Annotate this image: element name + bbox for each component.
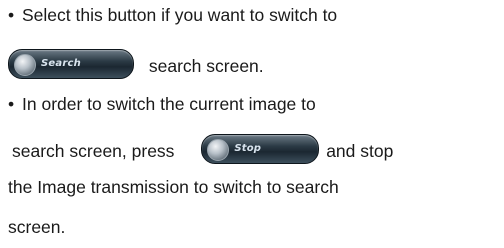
- instruction-line-1: • Select this button if you want to switc…: [8, 2, 337, 28]
- bullet: •: [8, 5, 15, 25]
- instruction-text: and stop: [326, 141, 394, 161]
- instruction-text: In order to switch the current image to: [22, 94, 316, 114]
- instruction-line-2: Search search screen.: [8, 49, 264, 79]
- instruction-text: screen.: [8, 217, 66, 237]
- bullet: •: [8, 94, 15, 114]
- instruction-text: Select this button if you want to switch…: [22, 5, 338, 25]
- button-knob-icon: [14, 54, 36, 76]
- stop-button-label: Stop: [234, 143, 262, 154]
- instruction-line-6: screen.: [8, 214, 65, 240]
- stop-button[interactable]: Stop: [201, 134, 320, 164]
- instruction-text: search screen.: [148, 56, 264, 76]
- button-knob-icon: [207, 139, 230, 161]
- instruction-line-4: search screen, press Stop and stop: [8, 134, 394, 164]
- search-button[interactable]: Search: [8, 49, 134, 79]
- instruction-text: search screen, press: [12, 141, 175, 161]
- instruction-line-5: the Image transmission to switch to sear…: [8, 174, 339, 200]
- search-button-label: Search: [41, 58, 81, 69]
- instruction-text: the Image transmission to switch to sear…: [8, 177, 339, 197]
- instruction-line-3: • In order to switch the current image to: [8, 91, 316, 117]
